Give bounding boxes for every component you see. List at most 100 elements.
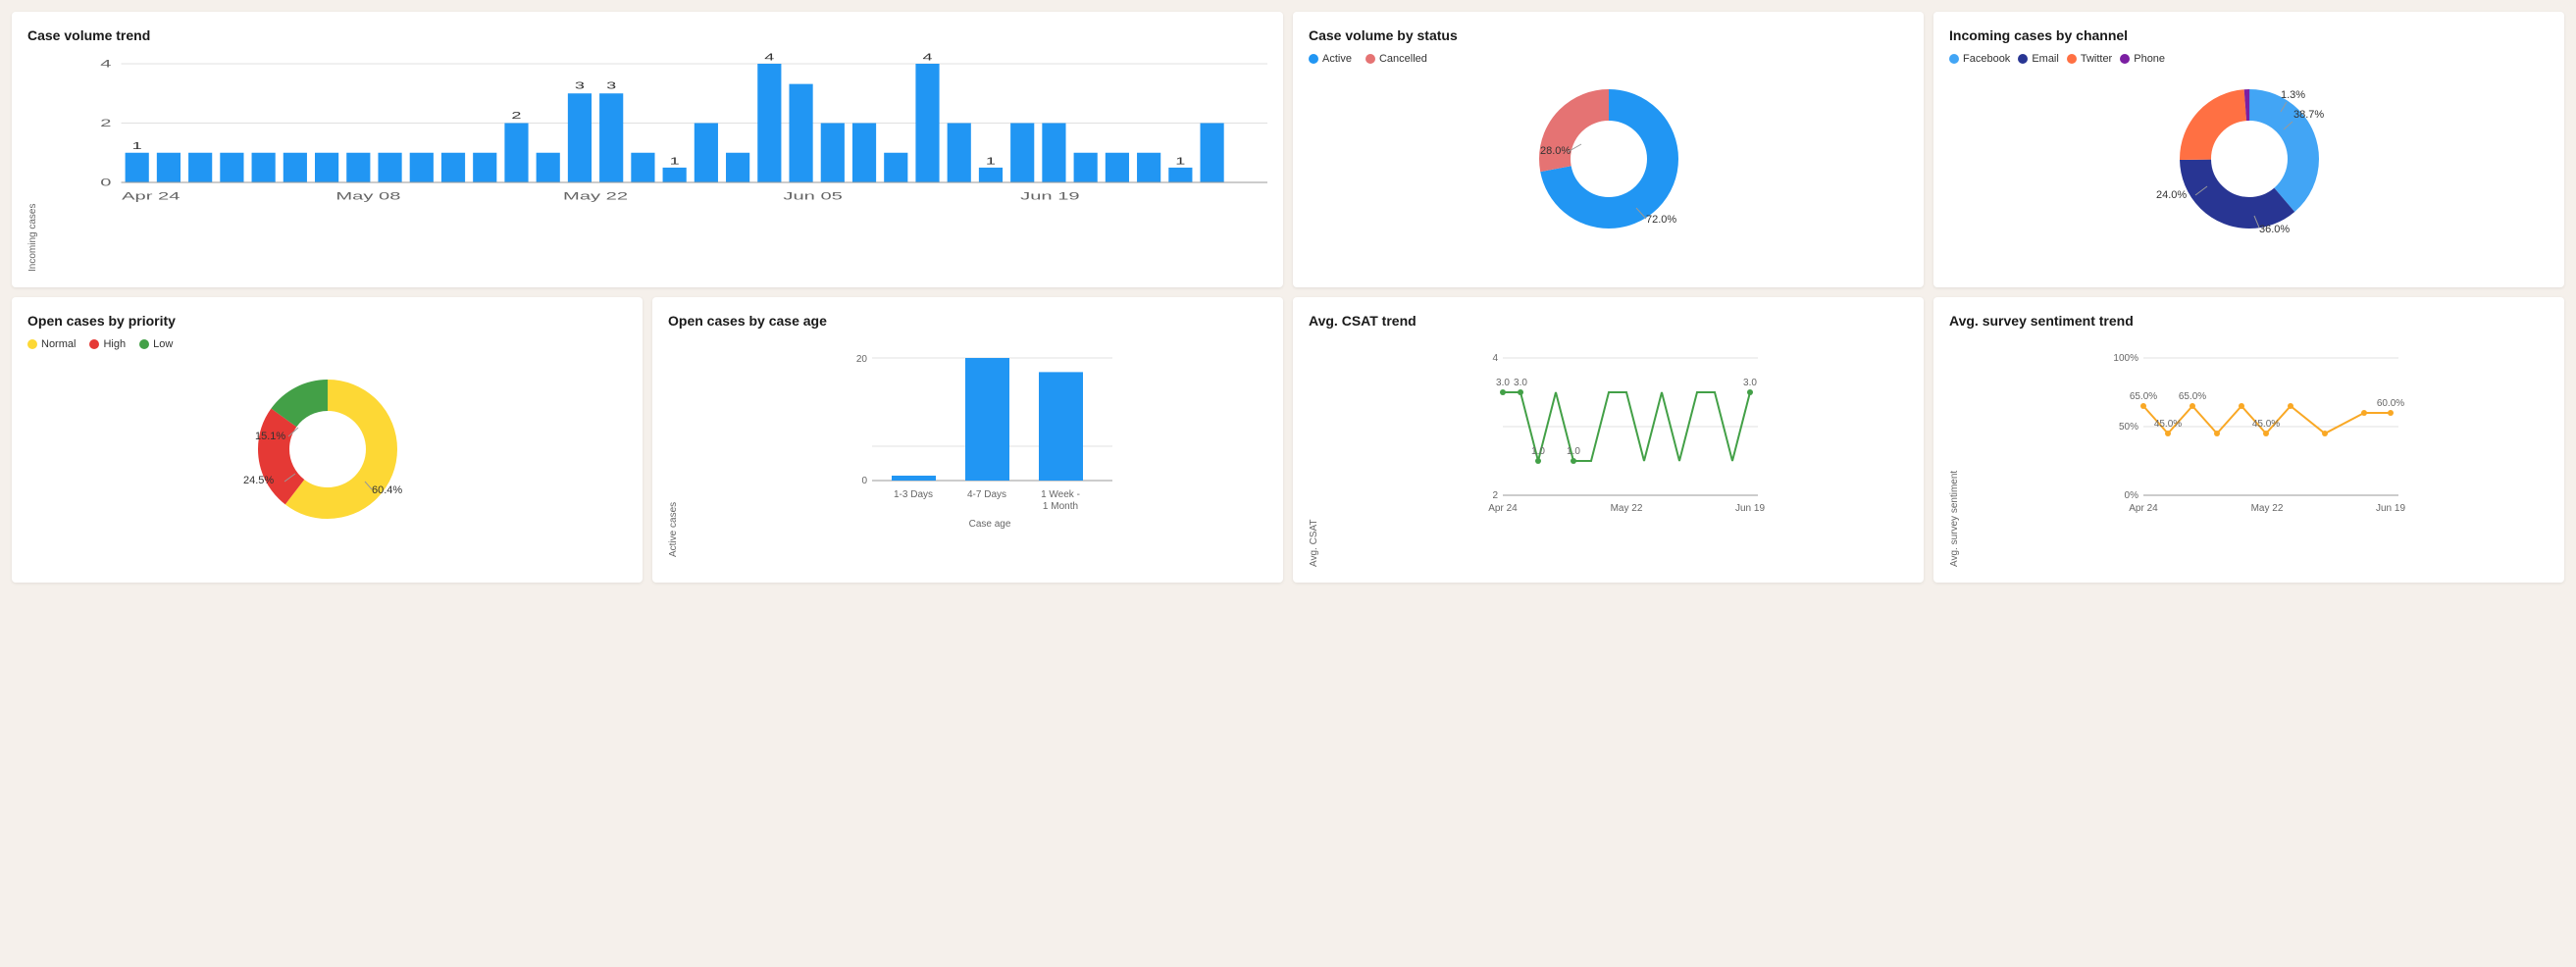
avg-csat-y-label: Avg. CSAT [1309,338,1319,567]
svg-text:3: 3 [575,80,585,91]
svg-text:2: 2 [100,117,111,128]
case-volume-status-title: Case volume by status [1309,27,1908,43]
legend-dot-low [139,339,149,349]
svg-text:May 22: May 22 [563,190,628,202]
svg-text:1-3 Days: 1-3 Days [894,489,933,500]
svg-text:3.0: 3.0 [1514,378,1527,388]
legend-label-normal: Normal [41,338,76,350]
legend-label-phone: Phone [2134,53,2165,65]
case-volume-y-label: Incoming cases [27,53,38,272]
svg-text:4: 4 [764,53,774,63]
svg-text:3.0: 3.0 [1743,378,1757,388]
svg-text:65.0%: 65.0% [2130,391,2157,402]
svg-text:1.0: 1.0 [1531,446,1545,457]
svg-text:0: 0 [861,476,867,486]
svg-text:28.0%: 28.0% [1540,145,1571,157]
avg-csat-trend-title: Avg. CSAT trend [1309,313,1908,329]
svg-text:24.5%: 24.5% [243,475,274,486]
svg-text:May 22: May 22 [1611,503,1643,514]
legend-dot-facebook [1949,54,1959,64]
avg-csat-trend-card: Avg. CSAT trend Avg. CSAT 4 2 [1293,297,1924,583]
case-volume-status-card: Case volume by status Active Cancelled 2… [1293,12,1924,287]
svg-text:Jun 19: Jun 19 [1735,503,1765,514]
svg-text:May 08: May 08 [335,190,400,202]
avg-survey-y-label: Avg. survey sentiment [1949,338,1960,567]
svg-text:2: 2 [511,111,521,122]
svg-text:1.0: 1.0 [1567,446,1580,457]
svg-text:4: 4 [100,58,111,70]
svg-text:15.1%: 15.1% [255,431,285,442]
svg-text:72.0%: 72.0% [1646,214,1676,226]
svg-text:1: 1 [986,156,996,167]
donut-svg-channel: 38.7% 24.0% 36.0% 1.3% [2141,71,2357,247]
svg-text:65.0%: 65.0% [2179,391,2206,402]
open-by-case-age-y-label: Active cases [668,338,679,557]
legend-label-twitter: Twitter [2081,53,2112,65]
svg-text:60.4%: 60.4% [372,484,402,496]
legend-dot-normal [27,339,37,349]
svg-text:1: 1 [132,141,142,152]
svg-text:4: 4 [1492,353,1498,364]
svg-text:4: 4 [922,53,932,63]
open-by-case-age-title: Open cases by case age [668,313,1267,329]
legend-label-active: Active [1322,53,1352,65]
legend-label-cancelled: Cancelled [1379,53,1427,65]
svg-text:Apr 24: Apr 24 [1488,503,1518,514]
svg-text:24.0%: 24.0% [2156,189,2187,201]
svg-text:Apr 24: Apr 24 [2129,503,2158,514]
case-volume-chart: 4 2 0 1 [42,53,1267,269]
case-volume-trend-card: Case volume trend Incoming cases 4 2 0 1 [12,12,1283,287]
open-by-priority-card: Open cases by priority Normal High Low [12,297,643,583]
incoming-by-channel-card: Incoming cases by channel Facebook Email… [1933,12,2564,287]
legend-dot-twitter [2067,54,2077,64]
open-by-priority-title: Open cases by priority [27,313,627,329]
legend-label-low: Low [153,338,173,350]
legend-high: High [89,338,126,350]
incoming-by-channel-title: Incoming cases by channel [1949,27,2549,43]
svg-text:45.0%: 45.0% [2252,419,2280,430]
case-volume-trend-title: Case volume trend [27,27,1267,43]
svg-text:1 Week -: 1 Week - [1041,489,1080,500]
legend-cancelled: Cancelled [1365,53,1427,65]
svg-text:60.0%: 60.0% [2377,398,2404,409]
open-by-priority-donut: 15.1% 24.5% 60.4% [27,356,627,533]
legend-label-email: Email [2032,53,2059,65]
legend-phone: Phone [2120,53,2165,65]
legend-dot-cancelled [1365,54,1375,64]
avg-survey-chart: 100% 50% 0% [1964,338,2549,564]
dashboard: Case volume trend Incoming cases 4 2 0 1 [12,12,2564,583]
svg-text:Jun 19: Jun 19 [1020,190,1079,202]
avg-survey-sentiment-title: Avg. survey sentiment trend [1949,313,2549,329]
svg-text:1.3%: 1.3% [2281,89,2305,101]
legend-email: Email [2018,53,2059,65]
open-by-priority-legend: Normal High Low [27,338,627,350]
svg-text:Case age: Case age [969,519,1011,530]
svg-text:38.7%: 38.7% [2293,109,2324,121]
svg-text:Jun 19: Jun 19 [2376,503,2405,514]
svg-text:36.0%: 36.0% [2259,224,2290,235]
incoming-by-channel-legend: Facebook Email Twitter Phone [1949,53,2549,65]
open-by-case-age-chart: 20 0 1-3 Days 4-7 Days 1 Wee [683,338,1267,554]
legend-twitter: Twitter [2067,53,2112,65]
legend-facebook: Facebook [1949,53,2010,65]
legend-label-high: High [103,338,126,350]
avg-survey-sentiment-card: Avg. survey sentiment trend Avg. survey … [1933,297,2564,583]
svg-text:May 22: May 22 [2251,503,2284,514]
svg-text:Jun 05: Jun 05 [783,190,842,202]
svg-text:3.0: 3.0 [1496,378,1510,388]
open-by-case-age-card: Open cases by case age Active cases 20 0 [652,297,1283,583]
svg-text:0%: 0% [2125,490,2139,501]
svg-text:0: 0 [100,177,111,188]
legend-dot-phone [2120,54,2130,64]
svg-text:3: 3 [606,80,616,91]
donut-svg-status: 28.0% 72.0% [1511,71,1707,247]
donut-svg-priority: 15.1% 24.5% 60.4% [230,356,426,533]
legend-dot-email [2018,54,2028,64]
avg-csat-chart: 4 2 3.0 3.0 1.0 1. [1323,338,1908,564]
legend-active: Active [1309,53,1352,65]
svg-text:Apr 24: Apr 24 [122,190,180,202]
svg-text:4-7 Days: 4-7 Days [967,489,1006,500]
legend-normal: Normal [27,338,76,350]
legend-dot-active [1309,54,1318,64]
legend-dot-high [89,339,99,349]
